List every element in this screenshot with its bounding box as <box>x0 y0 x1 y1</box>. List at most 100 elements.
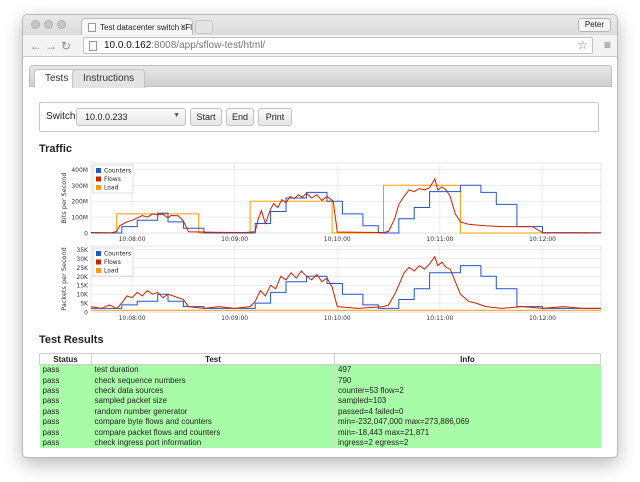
y-tick-label: 15K <box>76 283 89 290</box>
y-tick-label: 25K <box>76 265 89 272</box>
status-cell: pass <box>39 416 92 427</box>
info-cell: 497 <box>334 364 601 375</box>
test-cell: check data sources <box>91 385 335 396</box>
new-tab-button[interactable] <box>195 20 213 34</box>
url-host: 10.0.0.162 <box>104 40 152 51</box>
legend-swatch <box>96 259 101 265</box>
y-tick-label: 5K <box>80 301 89 308</box>
table-row: pass check ingress port information ingres… <box>39 437 601 448</box>
legend-swatch <box>96 185 101 190</box>
legend-swatch <box>96 251 101 256</box>
y-tick-label: 300M <box>71 183 88 190</box>
info-cell: passed=4 failed=0 <box>334 406 601 417</box>
test-cell: test duration <box>91 364 335 375</box>
info-cell: ingress=2 egress=2 <box>334 437 601 448</box>
y-tick-label: 0 <box>84 231 88 238</box>
chart-legend: CountersFlows Load <box>92 164 134 194</box>
x-tick-label: 10:08:00 <box>119 315 146 322</box>
column-header-test: Test <box>91 353 335 365</box>
legend-swatch <box>96 168 101 173</box>
legend-label: Load <box>104 185 119 192</box>
results-table: Status Test Info pass test duration 497 pa… <box>39 353 601 448</box>
test-cell: compare byte flows and counters <box>91 416 335 427</box>
x-tick-label: 10:10:00 <box>324 315 351 322</box>
close-tab-icon[interactable]: ✕ <box>179 22 187 33</box>
y-tick-label: 35K <box>76 247 89 254</box>
info-cell: sampled=103 <box>334 395 601 407</box>
title-bar: Test datacenter switch sFlo ✕ Peter <box>23 15 617 36</box>
bits-chart: 0 100M 200M 300M 400M 10:08:00 10:09:00 10:10:0… <box>37 157 605 250</box>
table-row: pass test duration 497 <box>39 364 601 375</box>
browser-window: Test datacenter switch sFlo ✕ Peter ← → … <box>22 14 618 458</box>
test-cell: random number generator <box>91 406 335 417</box>
results-heading: Test Results <box>39 334 104 346</box>
tab-instructions[interactable]: Instructions <box>72 69 146 88</box>
legend-swatch <box>96 268 101 273</box>
legend-label: Counters <box>104 251 131 258</box>
packets-chart: 0 5K 10K 15K 20K 25K 30K 35K 10:08:00 10:09:00 10:… <box>37 244 605 329</box>
column-header-info: Info <box>334 353 601 365</box>
legend-swatch <box>96 176 101 182</box>
y-axis-label: Packets per Second <box>60 247 68 311</box>
bookmark-star-icon[interactable]: ☆ <box>577 38 588 52</box>
reload-icon[interactable]: ↻ <box>61 39 71 53</box>
plot-area <box>90 162 602 234</box>
info-cell: counter=53 flow=2 <box>334 385 601 396</box>
status-cell: pass <box>39 426 92 438</box>
chevron-down-icon: ▼ <box>173 112 180 119</box>
page-content: Tests Instructions Switch 10.0.0.233 ▼ S… <box>23 57 617 457</box>
y-tick-label: 20K <box>76 274 89 281</box>
start-button[interactable]: Start <box>190 108 222 126</box>
info-cell: min=-232,047,000 max=273,886,069 <box>334 416 601 427</box>
test-cell: check sequence numbers <box>91 374 335 386</box>
y-axis-label: Bits per Second <box>60 172 68 223</box>
zoom-window-icon[interactable] <box>57 20 66 29</box>
legend-label: Flows <box>104 176 121 183</box>
y-tick-label: 100M <box>71 215 88 222</box>
x-tick-label: 10:10:00 <box>324 236 351 243</box>
legend-label: Flows <box>104 259 121 266</box>
info-cell: 790 <box>334 374 601 386</box>
column-header-status: Status <box>39 353 92 365</box>
minimize-window-icon[interactable] <box>44 20 53 29</box>
legend-label: Counters <box>104 168 131 175</box>
page-icon <box>89 41 97 51</box>
status-cell: pass <box>39 395 92 407</box>
y-tick-label: 30K <box>76 256 89 263</box>
y-tick-label: 10K <box>76 292 89 299</box>
x-tick-label: 10:11:00 <box>426 236 453 243</box>
x-tick-label: 10:08:00 <box>119 236 146 243</box>
browser-tab[interactable]: Test datacenter switch sFlo ✕ <box>81 18 193 36</box>
user-profile-button[interactable]: Peter <box>577 18 611 32</box>
print-button[interactable]: Print <box>258 108 292 126</box>
menu-icon[interactable]: ≡ <box>604 39 611 51</box>
table-row: pass compare byte flows and counters min=-… <box>39 416 601 427</box>
status-cell: pass <box>39 406 92 417</box>
back-arrow-icon[interactable]: ← <box>30 39 42 53</box>
forward-arrow-icon[interactable]: → <box>45 39 57 53</box>
address-bar[interactable]: 10.0.0.162:8008/app/sflow-test/html/ ☆ <box>83 37 593 54</box>
table-row: pass random number generator passed=4 fail… <box>39 406 601 417</box>
switch-select[interactable]: 10.0.0.233 ▼ <box>76 108 186 126</box>
switch-label: Switch <box>46 111 76 122</box>
chart-legend: CountersFlows Load <box>92 247 134 277</box>
bits-per-second-chart: 0 100M 200M 300M 400M 10:08:00 10:09:00 10:10:0… <box>60 162 602 243</box>
status-cell: pass <box>39 437 92 448</box>
test-cell: check ingress port information <box>91 437 335 448</box>
switch-select-value: 10.0.0.233 <box>85 112 128 122</box>
status-cell: pass <box>39 364 92 375</box>
info-cell: min=-18,443 max=21,871 <box>334 426 601 438</box>
x-tick-label: 10:12:00 <box>529 236 556 243</box>
end-button[interactable]: End <box>226 108 254 126</box>
traffic-heading: Traffic <box>39 143 73 155</box>
browser-toolbar: ← → ↻ 10.0.0.162:8008/app/sflow-test/htm… <box>23 35 617 57</box>
test-cell: compare packet flows and counters <box>91 426 335 438</box>
table-row: pass sampled packet size sampled=103 <box>39 395 601 407</box>
close-window-icon[interactable] <box>31 20 40 29</box>
test-cell: sampled packet size <box>91 395 335 407</box>
y-tick-label: 0 <box>84 310 88 317</box>
y-tick-label: 400M <box>71 167 88 174</box>
plot-area <box>90 245 602 313</box>
page-tab-bar: Tests Instructions <box>29 65 612 88</box>
x-tick-label: 10:09:00 <box>221 236 248 243</box>
